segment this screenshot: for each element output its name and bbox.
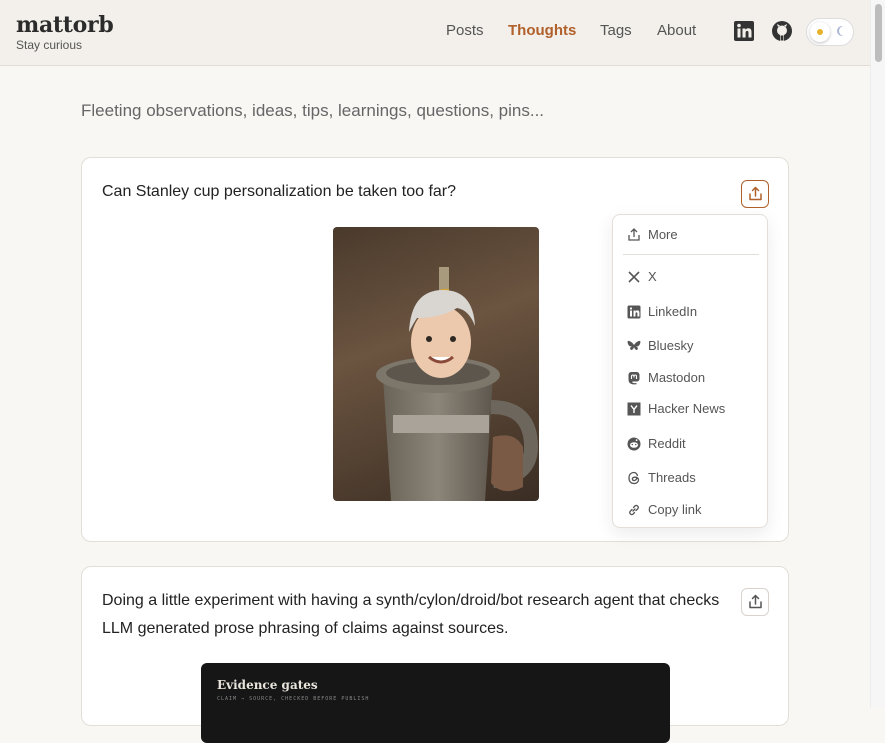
share-menu-mastodon[interactable]: Mastodon xyxy=(613,365,767,391)
share-menu-hacker-news[interactable]: Hacker News xyxy=(613,396,767,422)
x-icon xyxy=(628,271,640,283)
post-text: Can Stanley cup personalization be taken… xyxy=(102,183,457,200)
share-icon xyxy=(749,186,762,201)
scrollbar[interactable] xyxy=(870,0,885,708)
evidence-gates-image: Evidence gates CLAIM → SOURCE, CHECKED B… xyxy=(201,663,670,743)
menu-label: Bluesky xyxy=(648,338,694,353)
nav-about[interactable]: About xyxy=(657,22,696,39)
nav-tags[interactable]: Tags xyxy=(600,22,632,39)
site-tagline: Stay curious xyxy=(16,38,83,52)
menu-label: X xyxy=(648,269,657,284)
hacker-news-icon xyxy=(627,402,641,416)
linkedin-icon xyxy=(627,305,641,319)
moon-icon xyxy=(839,26,849,36)
scrollbar-thumb[interactable] xyxy=(875,4,882,62)
brand[interactable]: mattorb Stay curious xyxy=(16,12,114,52)
theme-toggle[interactable] xyxy=(806,18,854,46)
menu-label: Mastodon xyxy=(648,370,706,385)
share-menu: More X LinkedIn Bluesky Mastodon Hacker … xyxy=(612,214,768,528)
share-menu-more[interactable]: More xyxy=(613,222,767,248)
post-text-line: Doing a little experiment with having a … xyxy=(102,592,720,609)
bluesky-icon xyxy=(627,340,641,350)
toggle-knob xyxy=(810,22,830,42)
menu-label: More xyxy=(648,227,678,242)
share-menu-copy-link[interactable]: Copy link xyxy=(613,497,767,523)
page-intro: Fleeting observations, ideas, tips, lear… xyxy=(81,101,545,120)
menu-label: Copy link xyxy=(648,502,702,517)
post-text-line: LLM generated prose phrasing of claims a… xyxy=(102,620,509,637)
threads-icon xyxy=(628,471,640,485)
share-icon xyxy=(749,594,762,609)
image-title: Evidence gates xyxy=(217,678,318,692)
menu-label: Threads xyxy=(648,470,696,485)
post-card: Doing a little experiment with having a … xyxy=(81,566,789,743)
nav-posts[interactable]: Posts xyxy=(446,22,484,39)
share-menu-threads[interactable]: Threads xyxy=(613,465,767,491)
menu-label: Reddit xyxy=(648,436,686,451)
share-button[interactable] xyxy=(741,180,769,208)
menu-label: Hacker News xyxy=(648,401,726,416)
share-icon xyxy=(628,228,640,241)
menu-divider xyxy=(623,254,759,255)
github-icon[interactable] xyxy=(771,20,795,44)
share-menu-linkedin[interactable]: LinkedIn xyxy=(613,299,767,325)
menu-label: LinkedIn xyxy=(648,304,698,319)
link-icon xyxy=(629,504,639,516)
site-title[interactable]: mattorb xyxy=(16,12,114,38)
sun-icon xyxy=(817,29,823,35)
stanley-cup-photo xyxy=(333,227,539,501)
image-subtitle: CLAIM → SOURCE, CHECKED BEFORE PUBLISH xyxy=(217,696,370,702)
site-header: mattorb Stay curious Posts Thoughts Tags… xyxy=(0,0,870,66)
share-menu-x[interactable]: X xyxy=(613,264,767,290)
reddit-icon xyxy=(627,437,641,451)
nav-thoughts[interactable]: Thoughts xyxy=(508,22,576,39)
linkedin-icon[interactable] xyxy=(733,20,757,44)
mastodon-icon xyxy=(628,372,640,385)
share-button[interactable] xyxy=(741,588,769,616)
share-menu-bluesky[interactable]: Bluesky xyxy=(613,333,767,359)
share-menu-reddit[interactable]: Reddit xyxy=(613,431,767,457)
